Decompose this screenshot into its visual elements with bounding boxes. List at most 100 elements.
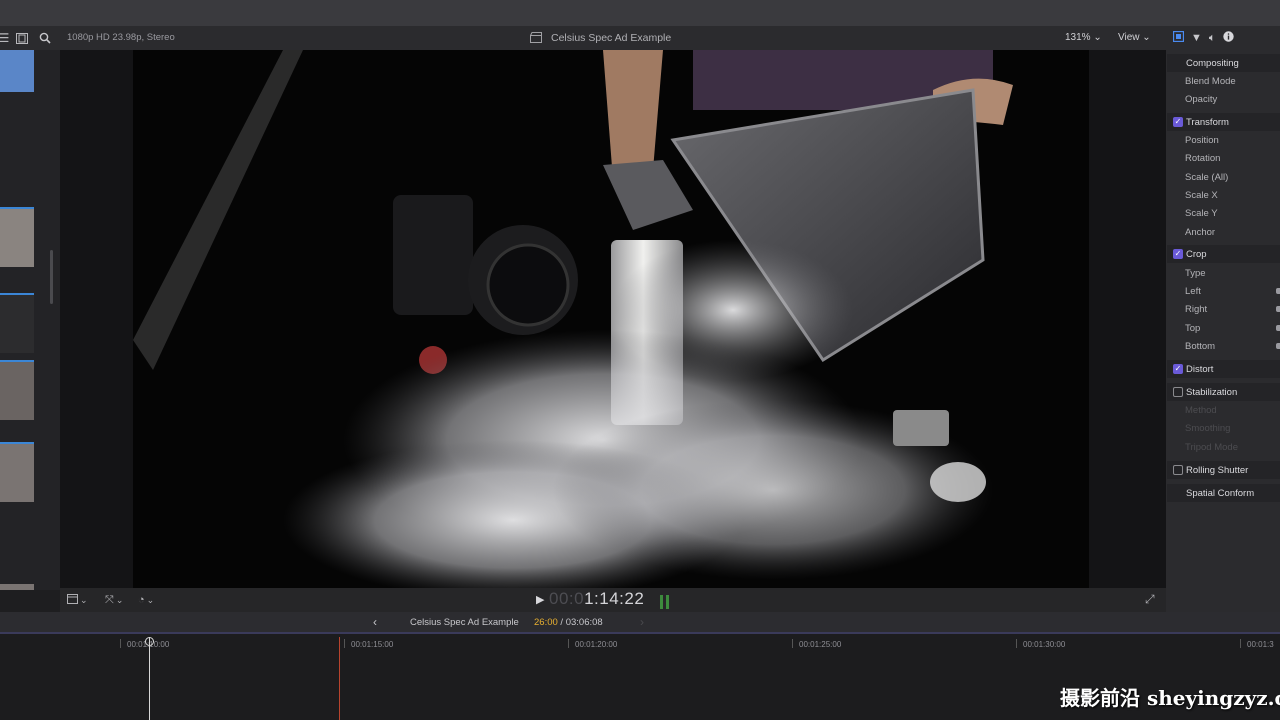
chevron-down-icon: ⌄ [146,594,155,605]
ruler-label: 00:01:20:00 [575,640,618,649]
inspector-row-label: Top [1185,322,1201,334]
checkbox-icon[interactable] [1173,387,1183,397]
ruler-label: 00:01:30:00 [1023,640,1066,649]
inspector-row-spatial-conform[interactable]: Spatial Conform [1167,484,1280,502]
inspector-row-compositing[interactable]: Compositing [1167,54,1280,72]
inspector-row-top[interactable]: Top [1167,319,1280,337]
chevron-down-icon: ⌄ [80,594,88,605]
layout-menu[interactable]: ⌄ [67,592,88,608]
chevron-down-icon: ⌄ [1093,32,1102,43]
playhead-timecode[interactable]: 00:01:14:22 [549,589,644,609]
inspector-row-label: Transform [1186,116,1229,128]
transform-tool-icon: ⤧ [105,593,114,606]
inspector-row-distort[interactable]: ✓ Distort [1167,360,1280,378]
play-icon[interactable]: ▶ [536,593,544,606]
inspector-row-type[interactable]: Type [1167,264,1280,282]
inspector-row-blend-mode[interactable]: Blend Mode [1167,72,1280,90]
inspector-row-label: Rolling Shutter [1186,464,1249,476]
inspector-row-bottom[interactable]: Bottom [1167,337,1280,355]
audio-icon[interactable]: 🔈︎ [1209,32,1216,45]
watermark-text: 摄影前沿 sheyingzyz.com [1060,686,1280,710]
inspector-row-crop[interactable]: ✓ Crop [1167,245,1280,263]
view-menu-label: View [1118,32,1140,43]
inspector-row-rotation[interactable]: Rotation [1167,149,1280,167]
clip-thumbnail[interactable] [0,50,34,92]
forward-arrow-icon[interactable]: › [640,615,644,629]
checkbox-icon[interactable] [1173,465,1183,475]
ruler-label: 00:01:15:00 [351,640,394,649]
view-menu[interactable]: View ⌄ [1118,32,1151,43]
keyframe-button[interactable] [1276,343,1280,349]
clip-thumbnail[interactable] [0,584,34,590]
inspector-row-position[interactable]: Position [1167,131,1280,149]
inspector-row-label: Tripod Mode [1185,441,1238,453]
inspector-row-smoothing: Smoothing [1167,419,1280,437]
playhead-handle[interactable] [145,637,154,646]
inspector-row-label: Bottom [1185,340,1216,352]
search-icon[interactable] [37,30,53,46]
timecode-value: 1:14:22 [584,589,645,608]
inspector-row-label: Scale (All) [1185,171,1229,183]
keyframe-button[interactable] [1276,325,1280,331]
filter-icon[interactable]: ▼ [1191,32,1202,44]
zoom-menu[interactable]: 131% ⌄ [1065,32,1102,43]
timeline-header: ‹ Celsius Spec Ad Example 26:00 / 03:06:… [0,612,1280,634]
info-icon[interactable] [1222,31,1234,45]
app-toolbar-strip [0,0,1280,26]
inspector-row-anchor[interactable]: Anchor [1167,223,1280,241]
zoom-value: 131% [1065,32,1091,43]
inspector-row-scale-y[interactable]: Scale Y [1167,204,1280,222]
filmstrip-icon[interactable] [14,30,30,46]
inspector-row-left[interactable]: Left [1167,282,1280,300]
inspector-row-label: Right [1185,303,1208,315]
video-frame-image [133,50,1013,588]
video-frame[interactable] [133,50,1089,588]
inspector-video-icon[interactable] [1172,30,1185,45]
checkbox-icon[interactable]: ✓ [1173,364,1183,374]
inspector-row-label: Anchor [1185,226,1216,238]
inspector-row-scale-all[interactable]: Scale (All) [1167,168,1280,186]
clip-thumbnail[interactable] [0,360,34,420]
fullscreen-icon[interactable]: ⤢ [1145,592,1155,607]
inspector-row-right[interactable]: Right [1167,300,1280,318]
clip-thumbnail[interactable] [0,442,34,502]
current-duration: 26:00 [534,617,558,628]
inspector-row-scale-x[interactable]: Scale X [1167,186,1280,204]
inspector-tabs: ▼ 🔈︎ [1166,26,1280,50]
speed-menu[interactable]: ◔ ⌄ [138,592,154,608]
inspector-row-label: Position [1185,134,1219,146]
inspector-row-opacity[interactable]: Opacity [1167,90,1280,108]
inspector-row-rolling-shutter[interactable]: Rolling Shutter [1167,461,1280,479]
transform-tool-menu[interactable]: ⤧ ⌄ [105,592,123,608]
timecode-leading: 00:0 [549,589,585,608]
clip-thumbnail[interactable] [0,207,34,267]
back-arrow-icon[interactable]: ‹ [373,615,377,629]
ruler-tick [792,639,793,648]
inspector-row-tripod-mode: Tripod Mode [1167,438,1280,456]
timeline-duration: 26:00 / 03:06:08 [534,617,603,628]
inspector-row-stabilization[interactable]: Stabilization [1167,383,1280,401]
chevron-down-icon: ⌄ [115,594,124,605]
audio-meters[interactable] [660,595,674,609]
speed-icon: ◔ [138,594,145,606]
inspector-row-method: Method [1167,401,1280,419]
grid-icon[interactable]: ☰ [0,30,12,46]
inspector-row-label: Method [1185,404,1217,416]
checkbox-icon[interactable]: ✓ [1173,117,1183,127]
inspector-row-transform[interactable]: ✓ Transform [1167,113,1280,131]
checkbox-icon[interactable]: ✓ [1173,249,1183,259]
playhead[interactable] [149,637,150,720]
inspector-row-label: Left [1185,285,1201,297]
ruler-label: 00:01:3 [1247,640,1274,649]
inspector-row-label: Compositing [1186,57,1239,69]
inspector-row-label: Opacity [1185,93,1218,105]
format-label: 1080p HD 23.98p, Stereo [67,32,175,43]
keyframe-button[interactable] [1276,288,1280,294]
viewer-clip-title: Celsius Spec Ad Example [551,32,672,44]
ruler-label: 00:01:25:00 [799,640,842,649]
viewer-header: ☰ 1080p HD 23.98p, Stereo Celsius Spec A… [0,26,1166,50]
clip-thumbnail[interactable] [0,293,34,353]
inspector-row-label: Type [1185,267,1206,279]
browser-scrollbar[interactable] [50,250,53,304]
keyframe-button[interactable] [1276,306,1280,312]
